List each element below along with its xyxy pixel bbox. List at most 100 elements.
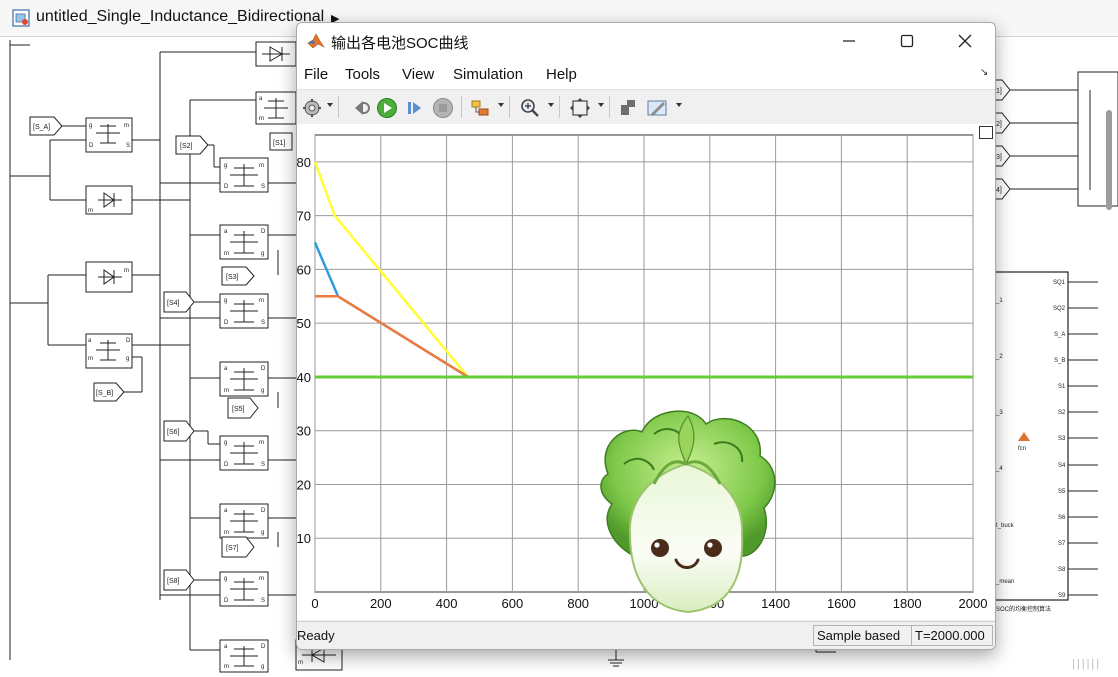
tag-s7[interactable]: [S7] [226, 545, 239, 552]
zoom-dropdown-icon[interactable] [548, 103, 554, 107]
zoom-in-icon[interactable] [519, 97, 541, 119]
svg-text:S: S [261, 320, 265, 326]
toolbar-separator [338, 96, 339, 118]
model-title[interactable]: untitled_Single_Inductance_Bidirectional [36, 8, 324, 26]
svg-text:m: m [124, 268, 129, 274]
tag-s-b[interactable]: [S_B] [96, 390, 113, 397]
svg-text:m: m [259, 116, 264, 122]
svg-text:m: m [224, 664, 229, 670]
step-forward-icon[interactable] [404, 97, 426, 119]
fcn-caption: SOC的均衡控制算法 [996, 605, 1051, 613]
x-tick-label: 200 [370, 596, 392, 611]
svg-text:g: g [224, 440, 227, 446]
menu-file[interactable]: File [304, 66, 328, 83]
svg-text:D: D [126, 338, 131, 344]
menu-simulation[interactable]: Simulation [453, 66, 523, 83]
svg-text:S: S [261, 598, 265, 604]
cursor-measure-icon[interactable] [617, 97, 639, 119]
svg-text:D: D [89, 143, 94, 149]
svg-text:g: g [224, 163, 227, 169]
status-bar: Ready Sample based T=2000.000 [297, 621, 995, 649]
scope-title-bar[interactable]: 输出各电池SOC曲线 [297, 23, 995, 59]
port-s5: S5 [1058, 489, 1066, 495]
highlight-dropdown-icon[interactable] [498, 103, 504, 107]
maximize-button[interactable] [881, 23, 933, 59]
tag-s1[interactable]: [S1] [273, 140, 286, 147]
port-in-buck: t_buck [996, 523, 1015, 529]
vertical-scrollbar[interactable] [1106, 110, 1112, 210]
fit-dropdown-icon[interactable] [598, 103, 604, 107]
menu-help[interactable]: Help [546, 66, 577, 83]
svg-text:m: m [224, 388, 229, 394]
toolbar-separator [461, 96, 462, 118]
svg-text:m: m [298, 660, 303, 666]
minimize-button[interactable] [823, 23, 875, 59]
watermark-mark: |||||| [1072, 658, 1102, 670]
x-tick-label: 400 [436, 596, 458, 611]
close-icon [958, 34, 972, 48]
svg-text:g: g [224, 576, 227, 582]
toolbar-separator [609, 96, 610, 118]
out-tag-4[interactable]: 4] [996, 187, 1002, 194]
svg-text:m: m [124, 123, 129, 129]
svg-text:S: S [261, 462, 265, 468]
maximize-icon [900, 34, 914, 48]
out-tag-2[interactable]: 2] [996, 121, 1002, 128]
step-back-icon[interactable] [349, 97, 371, 119]
svg-text:m: m [259, 163, 264, 169]
port-s-a: S_A [1054, 332, 1065, 338]
fit-to-view-icon[interactable] [569, 97, 591, 119]
out-tag-3[interactable]: 3] [996, 154, 1002, 161]
undock-plot-icon[interactable] [979, 126, 993, 139]
port-in-3: _3 [995, 410, 1003, 416]
tag-s3[interactable]: [S3] [226, 274, 239, 281]
y-tick-label: 60 [297, 262, 311, 277]
out-tag-1[interactable]: 1] [996, 88, 1002, 95]
port-s2: S2 [1058, 410, 1066, 416]
style-dropdown-icon[interactable] [676, 103, 682, 107]
port-sq1: SQ1 [1053, 280, 1066, 286]
tag-s-a[interactable]: [S_A] [33, 124, 50, 131]
status-text: Ready [297, 628, 335, 643]
fcn-label: fcn [1018, 446, 1026, 452]
menu-tools[interactable]: Tools [345, 66, 380, 83]
port-s6: S6 [1058, 515, 1066, 521]
menu-view[interactable]: View [402, 66, 434, 83]
stop-icon[interactable] [432, 97, 454, 119]
tag-s2[interactable]: [S2] [180, 143, 193, 150]
x-tick-label: 1600 [827, 596, 856, 611]
x-tick-label: 600 [502, 596, 524, 611]
highlight-blocks-icon[interactable] [469, 97, 491, 119]
svg-text:D: D [261, 366, 266, 372]
svg-text:S: S [261, 184, 265, 190]
simulink-model-icon [12, 9, 30, 27]
tag-s5[interactable]: [S5] [232, 406, 245, 413]
svg-text:m: m [259, 440, 264, 446]
port-in-1: _1 [995, 298, 1003, 304]
style-edit-icon[interactable] [646, 97, 668, 119]
tag-s6[interactable]: [S6] [167, 429, 180, 436]
close-button[interactable] [939, 23, 991, 59]
sample-mode-status: Sample based [813, 625, 913, 646]
menu-undock-icon[interactable]: ↘ [980, 67, 988, 78]
matlab-app-icon [307, 33, 325, 49]
settings-dropdown-icon[interactable] [327, 103, 333, 107]
y-tick-label: 10 [297, 531, 311, 546]
tag-s8[interactable]: [S8] [167, 578, 180, 585]
svg-text:D: D [224, 320, 229, 326]
port-s7: S7 [1058, 541, 1066, 547]
settings-gear-icon[interactable] [301, 97, 323, 119]
svg-text:D: D [261, 508, 266, 514]
matlab-function-block[interactable] [993, 271, 1069, 601]
svg-text:m: m [259, 298, 264, 304]
tag-s4[interactable]: [S4] [167, 300, 180, 307]
x-tick-label: 2000 [959, 596, 988, 611]
y-tick-label: 70 [297, 209, 311, 224]
menu-bar: File Tools View Simulation Help ↘ [297, 59, 995, 89]
svg-text:S: S [126, 143, 130, 149]
svg-text:m: m [88, 356, 93, 362]
y-tick-label: 50 [297, 316, 311, 331]
svg-text:g: g [261, 388, 264, 394]
run-icon[interactable] [376, 97, 398, 119]
port-s1: S1 [1058, 384, 1066, 390]
